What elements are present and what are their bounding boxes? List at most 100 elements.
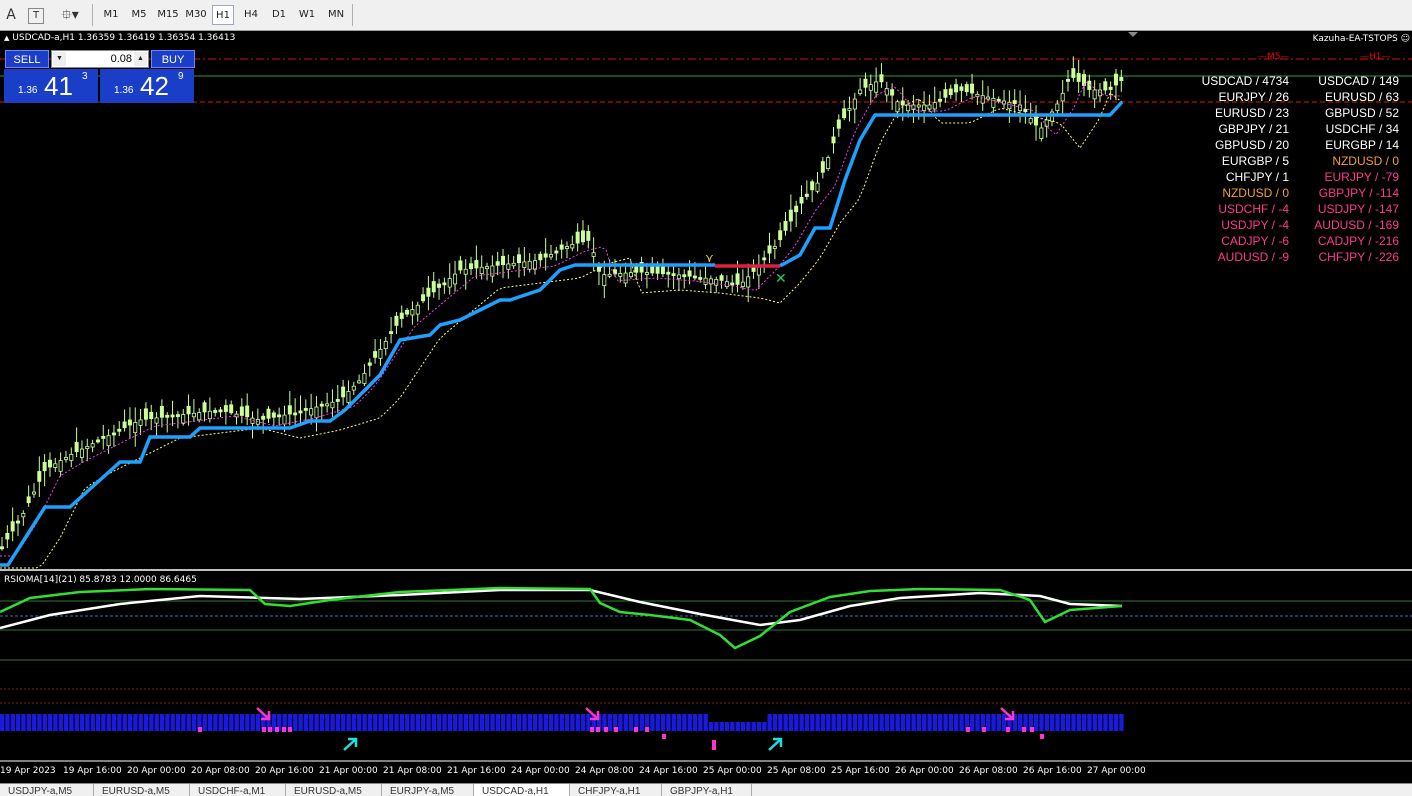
histogram-bar — [639, 714, 644, 731]
candle-body — [559, 244, 564, 250]
candle-body — [517, 254, 522, 264]
candle-body — [580, 230, 585, 243]
timeframe-m1[interactable]: M1 — [100, 5, 122, 25]
candle-body — [868, 84, 873, 91]
buy-button[interactable]: BUY — [151, 50, 195, 68]
histogram-bar — [255, 714, 261, 731]
candle-body — [47, 459, 52, 468]
histogram-bar — [975, 714, 980, 731]
expert-advisor-label[interactable]: Kazuha-EA-TSTOPS ☺ — [1313, 34, 1410, 44]
candle-body — [15, 520, 20, 524]
candle-body — [1113, 73, 1118, 86]
time-axis-label: 25 Apr 08:00 — [767, 766, 826, 776]
lot-increase-icon[interactable]: ▲ — [134, 52, 147, 66]
candle-body — [762, 257, 767, 261]
histogram-signal-mark — [634, 727, 638, 732]
histogram-bar — [1034, 714, 1039, 731]
candle-body — [1119, 77, 1124, 81]
histogram-bar — [47, 714, 53, 731]
candle-body — [394, 315, 399, 326]
candle-body — [799, 197, 804, 204]
histogram-bar — [991, 714, 996, 731]
sell-button[interactable]: SELL — [5, 50, 49, 68]
candle-body — [628, 272, 633, 278]
histogram-bar — [431, 714, 437, 731]
histogram-bar — [650, 714, 655, 731]
chart-tab[interactable]: USDJPY-a,M5 — [0, 784, 94, 796]
timeframe-w1[interactable]: W1 — [296, 5, 318, 25]
text-cursor-icon[interactable]: A — [1, 5, 21, 25]
price-chart[interactable]: ⋎ ✕ — [0, 31, 1412, 781]
timeframe-m5[interactable]: M5 — [128, 5, 150, 25]
chart-tab[interactable]: GBPJPY-a,H1 — [662, 784, 752, 796]
histogram-bar — [719, 722, 724, 731]
chart-tab[interactable]: USDCAD-a,H1 — [474, 784, 570, 796]
candle-body — [932, 102, 937, 110]
histogram-signal-mark — [662, 734, 666, 739]
timeframe-h1[interactable]: H1 — [212, 5, 234, 25]
candle-body — [463, 268, 468, 275]
histogram-bar — [543, 714, 548, 731]
histogram-bar — [1113, 714, 1119, 731]
histogram-bar — [916, 714, 922, 731]
timeframe-mn[interactable]: MN — [324, 5, 348, 25]
chart-tab[interactable]: CHFJPY-a,H1 — [570, 784, 662, 796]
sell-price-point: 3 — [82, 71, 88, 82]
histogram-bar — [213, 714, 218, 731]
chart-tab[interactable]: USDCHF-a,M1 — [190, 784, 286, 796]
histogram-signal-mark — [198, 727, 202, 732]
chart-tab[interactable]: EURUSD-a,M5 — [286, 784, 382, 796]
histogram-bar — [122, 714, 127, 731]
candle-body — [79, 448, 84, 458]
candle-body — [330, 401, 335, 409]
timeframe-h4[interactable]: H4 — [240, 5, 262, 25]
candle-body — [687, 270, 692, 277]
histogram-bar — [826, 714, 831, 731]
rsioma-line — [0, 586, 1123, 650]
text-label-icon[interactable]: T — [28, 8, 44, 24]
buy-price[interactable]: 1.36 42 9 — [100, 69, 194, 103]
histogram-bar — [53, 714, 58, 731]
time-axis-label: 26 Apr 08:00 — [959, 766, 1018, 776]
histogram-bar — [618, 714, 623, 731]
candle-body — [1012, 100, 1017, 105]
timeframe-m30[interactable]: M30 — [183, 5, 209, 25]
candle-body — [421, 294, 426, 302]
histogram-bar — [389, 714, 394, 731]
objects-icon[interactable]: ⯐▾ — [56, 5, 84, 25]
sell-price-prefix: 1.36 — [18, 85, 38, 96]
sell-price[interactable]: 1.36 41 3 — [4, 69, 98, 103]
timeframe-d1[interactable]: D1 — [268, 5, 290, 25]
histogram-bar — [303, 714, 309, 731]
candle-body — [453, 273, 458, 285]
candle-body — [117, 428, 122, 432]
chart-tab[interactable]: EURJPY-a,M5 — [382, 784, 474, 796]
correlation-left-row: GBPJPY / 21 — [1218, 122, 1289, 136]
lot-decrease-icon[interactable]: ▼ — [53, 52, 66, 66]
lot-size-field[interactable]: ▼ 0.08 ▲ — [51, 50, 149, 68]
chart-tab[interactable]: EURUSD-a,M5 — [94, 784, 190, 796]
candle-body — [634, 266, 639, 273]
histogram-bar — [95, 714, 101, 731]
candle-body — [346, 391, 351, 403]
timeframe-m15[interactable]: M15 — [156, 5, 180, 25]
trailing-stop-line — [0, 263, 715, 567]
candle-body — [303, 408, 308, 411]
candle-body — [95, 439, 100, 443]
candle-body — [1066, 78, 1071, 82]
correlation-right-row: GBPJPY / -114 — [1318, 186, 1399, 200]
histogram-bar — [623, 714, 628, 731]
histogram-bar — [570, 714, 575, 731]
candle-body — [287, 405, 292, 415]
histogram-bar — [175, 714, 181, 731]
candle-body — [804, 193, 809, 197]
histogram-bar — [229, 714, 234, 731]
candle-body — [383, 340, 388, 350]
candle-body — [740, 281, 745, 287]
candle-body — [511, 262, 516, 267]
histogram-bar — [346, 714, 351, 731]
candle-body — [788, 209, 793, 222]
histogram-bar — [778, 714, 783, 731]
chart-canvas[interactable]: ⋎✕ — [0, 31, 1412, 781]
lot-value[interactable]: 0.08 — [68, 51, 132, 67]
